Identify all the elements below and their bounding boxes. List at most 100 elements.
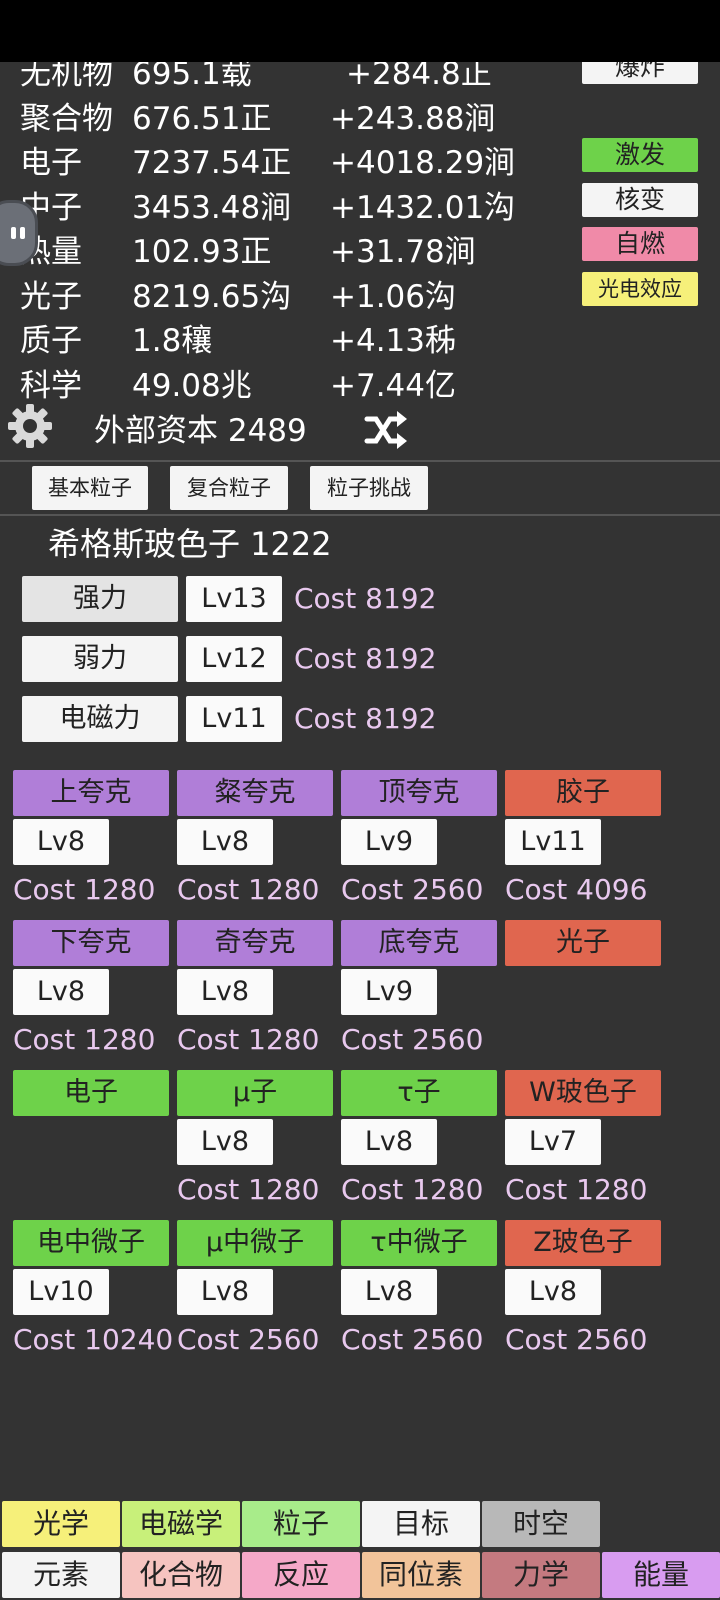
particle-cost: Cost 2560 bbox=[341, 1323, 484, 1356]
particle-button[interactable]: 胶子 bbox=[505, 770, 661, 816]
particle-level[interactable]: Lv8 bbox=[341, 1119, 437, 1165]
force-cost: Cost 8192 bbox=[294, 642, 437, 675]
nav-tab[interactable]: 反应 bbox=[242, 1552, 360, 1598]
particle-cost: Cost 2560 bbox=[505, 1323, 648, 1356]
particle-button[interactable]: τ子 bbox=[341, 1070, 497, 1116]
nav-row-2: 元素 化合物 反应 同位素 力学 能量 bbox=[0, 1552, 720, 1600]
stat-value: 8219.65沟 bbox=[132, 278, 292, 315]
stat-row: 电子 7237.54正 +4018.29涧 bbox=[0, 141, 540, 185]
force-level[interactable]: Lv11 bbox=[186, 696, 282, 742]
force-button[interactable]: 电磁力 bbox=[22, 696, 178, 742]
particle-level[interactable]: Lv7 bbox=[505, 1119, 601, 1165]
tab-composite-particles[interactable]: 复合粒子 bbox=[170, 466, 288, 510]
particle-level[interactable]: Lv10 bbox=[13, 1269, 109, 1315]
particle-level[interactable]: Lv8 bbox=[177, 1269, 273, 1315]
nav-tab[interactable]: 目标 bbox=[362, 1501, 480, 1547]
stat-value: 102.93正 bbox=[132, 234, 272, 270]
shuffle-icon[interactable] bbox=[364, 410, 408, 450]
particle-level[interactable]: Lv8 bbox=[177, 819, 273, 865]
particle-cost: Cost 10240 bbox=[13, 1323, 174, 1356]
particle-cost: Cost 2560 bbox=[341, 873, 484, 906]
tab-particle-challenge[interactable]: 粒子挑战 bbox=[310, 466, 428, 510]
stat-name: 电子 bbox=[20, 145, 82, 181]
force-level[interactable]: Lv12 bbox=[186, 636, 282, 682]
force-button[interactable]: 弱力 bbox=[22, 636, 178, 682]
nav-tab[interactable]: 时空 bbox=[482, 1501, 600, 1547]
photoelectric-button[interactable]: 光电效应 bbox=[582, 272, 698, 306]
nav-tab[interactable]: 光学 bbox=[2, 1501, 120, 1547]
particle-cost: Cost 2560 bbox=[341, 1023, 484, 1056]
stat-name: 质子 bbox=[20, 323, 82, 359]
particle-button[interactable]: μ子 bbox=[177, 1070, 333, 1116]
explode-button[interactable]: 爆炸 bbox=[582, 62, 698, 84]
tab-basic-particles[interactable]: 基本粒子 bbox=[32, 466, 148, 510]
particle-cost: Cost 1280 bbox=[177, 1023, 320, 1056]
stat-row: 无机物 695.1载 +284.8正 bbox=[0, 62, 540, 96]
particle-button[interactable]: 底夸克 bbox=[341, 920, 497, 966]
stat-value: 695.1载 bbox=[132, 62, 252, 92]
gear-icon[interactable] bbox=[6, 402, 54, 450]
particle-level[interactable]: Lv8 bbox=[177, 1119, 273, 1165]
stat-rate: +284.8正 bbox=[346, 62, 492, 92]
particle-button[interactable]: W玻色子 bbox=[505, 1070, 661, 1116]
force-cost: Cost 8192 bbox=[294, 582, 437, 615]
particle-cost: Cost 1280 bbox=[341, 1173, 484, 1206]
stat-rate: +4018.29涧 bbox=[330, 145, 516, 181]
particle-level[interactable]: Lv8 bbox=[177, 969, 273, 1015]
particle-button[interactable]: 光子 bbox=[505, 920, 661, 966]
stat-name: 光子 bbox=[20, 278, 82, 315]
particle-cost: Cost 1280 bbox=[177, 873, 320, 906]
particle-level[interactable]: Lv8 bbox=[13, 969, 109, 1015]
stat-value: 49.08兆 bbox=[132, 367, 252, 404]
particle-button[interactable]: 奇夸克 bbox=[177, 920, 333, 966]
particle-level[interactable]: Lv8 bbox=[505, 1269, 601, 1315]
stat-value: 3453.48涧 bbox=[132, 189, 292, 226]
nav-tab[interactable]: 化合物 bbox=[122, 1552, 240, 1598]
particle-level[interactable]: Lv11 bbox=[505, 819, 601, 865]
nav-tab[interactable]: 力学 bbox=[482, 1552, 600, 1598]
particle-button[interactable]: Z玻色子 bbox=[505, 1220, 661, 1266]
stat-name: 聚合物 bbox=[20, 100, 113, 137]
force-level[interactable]: Lv13 bbox=[186, 576, 282, 622]
nav-tab[interactable]: 粒子 bbox=[242, 1501, 360, 1547]
stat-value: 7237.54正 bbox=[132, 145, 292, 181]
excite-button[interactable]: 激发 bbox=[582, 138, 698, 172]
force-button[interactable]: 强力 bbox=[22, 576, 178, 622]
stat-row: 热量 102.93正 +31.78涧 bbox=[0, 230, 540, 274]
particle-button[interactable]: τ中微子 bbox=[341, 1220, 497, 1266]
nav-tab[interactable]: 元素 bbox=[2, 1552, 120, 1598]
particle-level[interactable]: Lv8 bbox=[341, 1269, 437, 1315]
force-cost: Cost 8192 bbox=[294, 702, 437, 735]
particle-button[interactable]: μ中微子 bbox=[177, 1220, 333, 1266]
stat-row: 科学 49.08兆 +7.44亿 bbox=[0, 364, 540, 408]
stat-rate: +4.13秭 bbox=[330, 323, 456, 359]
particle-cost: Cost 2560 bbox=[177, 1323, 320, 1356]
particle-cost: Cost 1280 bbox=[13, 1023, 156, 1056]
stat-name: 无机物 bbox=[20, 62, 113, 92]
particle-level[interactable]: Lv9 bbox=[341, 969, 437, 1015]
nav-tab[interactable]: 电磁学 bbox=[122, 1501, 240, 1547]
particle-cost: Cost 1280 bbox=[505, 1173, 648, 1206]
particle-level[interactable]: Lv8 bbox=[13, 819, 109, 865]
particle-button[interactable]: 粲夸克 bbox=[177, 770, 333, 816]
nuclear-change-button[interactable]: 核变 bbox=[582, 183, 698, 217]
stat-row: 中子 3453.48涧 +1432.01沟 bbox=[0, 186, 540, 230]
particle-cost: Cost 4096 bbox=[505, 873, 648, 906]
particle-button[interactable]: 顶夸克 bbox=[341, 770, 497, 816]
particle-tabs: 基本粒子 复合粒子 粒子挑战 bbox=[0, 462, 720, 514]
stat-rate: +31.78涧 bbox=[330, 234, 476, 270]
particle-cost: Cost 1280 bbox=[177, 1173, 320, 1206]
stat-name: 科学 bbox=[20, 367, 82, 404]
stat-row: 质子 1.8穰 +4.13秭 bbox=[0, 319, 540, 363]
higgs-boson-count: 希格斯玻色子 1222 bbox=[48, 525, 332, 563]
particle-level[interactable]: Lv9 bbox=[341, 819, 437, 865]
stat-value: 676.51正 bbox=[132, 100, 272, 137]
pause-icon[interactable] bbox=[0, 200, 38, 266]
particle-button[interactable]: 电中微子 bbox=[13, 1220, 169, 1266]
nav-tab[interactable]: 能量 bbox=[602, 1552, 720, 1598]
particle-button[interactable]: 电子 bbox=[13, 1070, 169, 1116]
nav-tab[interactable]: 同位素 bbox=[362, 1552, 480, 1598]
combust-button[interactable]: 自燃 bbox=[582, 227, 698, 261]
particle-button[interactable]: 下夸克 bbox=[13, 920, 169, 966]
particle-button[interactable]: 上夸克 bbox=[13, 770, 169, 816]
